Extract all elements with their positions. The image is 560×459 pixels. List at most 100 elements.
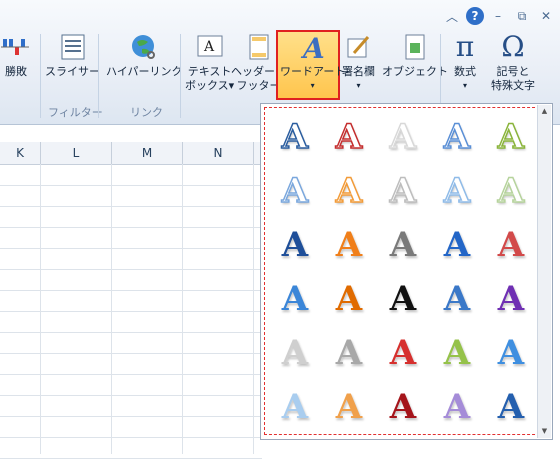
equation-label-1: 数式: [454, 65, 476, 78]
wordart-style-tile[interactable]: A: [435, 384, 479, 430]
wordart-style-glyph: A: [281, 333, 309, 373]
wordart-icon: A: [297, 32, 329, 62]
wordart-style-glyph: A: [497, 171, 525, 211]
wordart-style-glyph: A: [335, 171, 363, 211]
wordart-label-1: ワードアート: [280, 65, 346, 78]
wordart-style-tile[interactable]: A: [381, 114, 425, 160]
wordart-style-tile[interactable]: A: [327, 168, 371, 214]
signature-pen-icon: [343, 32, 375, 62]
gallery-scrollbar[interactable]: ▲ ▼: [537, 105, 551, 438]
textbox-button[interactable]: A テキスト ボックス▾: [185, 32, 234, 93]
column-header-row: K L M N: [0, 142, 262, 165]
group-label-link: リンク: [130, 106, 163, 119]
svg-text:A: A: [300, 32, 325, 62]
wordart-style-tile[interactable]: A: [273, 168, 317, 214]
signature-line-label-2: ▾: [356, 81, 361, 90]
close-icon[interactable]: ✕: [536, 6, 556, 26]
wordart-style-tile[interactable]: A: [327, 276, 371, 322]
wordart-style-tile[interactable]: A: [273, 114, 317, 160]
wordart-style-tile[interactable]: A: [273, 384, 317, 430]
globe-link-icon: [128, 32, 160, 62]
worksheet-area[interactable]: K L M N: [0, 125, 262, 459]
wordart-style-tile[interactable]: A: [435, 168, 479, 214]
wordart-style-glyph: A: [281, 117, 309, 157]
object-label: オブジェクト: [382, 65, 448, 78]
wordart-style-tile[interactable]: A: [327, 384, 371, 430]
wordart-style-tile[interactable]: A: [273, 222, 317, 268]
gridline: [0, 311, 262, 312]
separator: [98, 34, 99, 118]
gridline: [0, 269, 262, 270]
column-header-m[interactable]: M: [112, 142, 183, 164]
help-icon[interactable]: ?: [466, 7, 484, 25]
wordart-style-glyph: A: [443, 279, 471, 319]
wordart-style-glyph: A: [497, 279, 525, 319]
signature-line-button[interactable]: 署名欄 ▾: [342, 32, 375, 93]
wordart-style-tile[interactable]: A: [327, 330, 371, 376]
wordart-style-tile[interactable]: A: [489, 330, 533, 376]
wordart-style-tile[interactable]: A: [489, 114, 533, 160]
equation-label-2: ▾: [462, 81, 467, 90]
group-label-filter: フィルター: [48, 106, 103, 119]
restore-icon[interactable]: ⧉: [512, 6, 532, 26]
scroll-down-arrow-icon[interactable]: ▼: [538, 425, 551, 438]
wordart-style-tile[interactable]: A: [435, 114, 479, 160]
wordart-style-tile[interactable]: A: [381, 276, 425, 322]
omega-icon: Ω: [501, 30, 525, 63]
wordart-style-glyph: A: [497, 387, 525, 427]
gridline: [0, 395, 262, 396]
wordart-style-tile[interactable]: A: [489, 276, 533, 322]
gridline: [182, 164, 183, 454]
wordart-gallery-grid: AAAAAAAAAAAAAAAAAAAAAAAAAAAAAA: [264, 107, 540, 435]
equation-button[interactable]: π 数式 ▾: [449, 32, 481, 93]
wordart-style-tile[interactable]: A: [327, 114, 371, 160]
hyperlink-button[interactable]: ハイパーリンク: [106, 32, 183, 79]
textbox-label-2: ボックス▾: [185, 79, 235, 92]
wordart-style-glyph: A: [443, 387, 471, 427]
column-header-k[interactable]: K: [0, 142, 41, 164]
wordart-label-2: ▾: [310, 81, 315, 90]
ribbon-collapse-icon[interactable]: ︿: [442, 6, 462, 26]
minimize-icon[interactable]: –: [488, 6, 508, 26]
wordart-style-tile[interactable]: A: [273, 276, 317, 322]
wordart-style-tile[interactable]: A: [273, 330, 317, 376]
wordart-style-glyph: A: [335, 279, 363, 319]
column-header-n[interactable]: N: [183, 142, 254, 164]
gridline: [0, 290, 262, 291]
wordart-gallery: AAAAAAAAAAAAAAAAAAAAAAAAAAAAAA ▲ ▼: [260, 103, 553, 440]
wordart-style-tile[interactable]: A: [435, 330, 479, 376]
wordart-style-tile[interactable]: A: [327, 222, 371, 268]
wordart-style-glyph: A: [389, 387, 417, 427]
wordart-style-tile[interactable]: A: [381, 168, 425, 214]
wordart-style-glyph: A: [389, 117, 417, 157]
gridline: [0, 374, 262, 375]
wordart-style-tile[interactable]: A: [489, 384, 533, 430]
object-button[interactable]: オブジェクト: [382, 32, 448, 79]
wordart-style-tile[interactable]: A: [435, 276, 479, 322]
slicer-button[interactable]: スライサー: [45, 32, 100, 79]
wordart-style-glyph: A: [443, 333, 471, 373]
wordart-style-tile[interactable]: A: [489, 168, 533, 214]
wordart-style-glyph: A: [335, 333, 363, 373]
win-loss-button[interactable]: 勝敗: [0, 32, 32, 79]
slicer-label: スライサー: [45, 65, 100, 78]
scroll-up-arrow-icon[interactable]: ▲: [538, 105, 551, 118]
wordart-style-glyph: A: [389, 279, 417, 319]
separator: [40, 34, 41, 118]
textbox-label-1: テキスト: [187, 65, 232, 78]
wordart-style-tile[interactable]: A: [381, 222, 425, 268]
wordart-style-tile[interactable]: A: [435, 222, 479, 268]
window-controls: ︿ ? – ⧉ ✕: [442, 4, 556, 28]
gridline: [111, 164, 112, 454]
separator: [180, 34, 181, 118]
wordart-style-tile[interactable]: A: [381, 330, 425, 376]
svg-text:A: A: [203, 39, 215, 55]
column-header-l[interactable]: L: [41, 142, 112, 164]
gridline: [0, 437, 262, 438]
wordart-style-glyph: A: [389, 171, 417, 211]
symbol-button[interactable]: Ω 記号と 特殊文字: [491, 32, 535, 93]
wordart-style-tile[interactable]: A: [381, 384, 425, 430]
wordart-style-tile[interactable]: A: [489, 222, 533, 268]
gridline: [0, 248, 262, 249]
wordart-style-glyph: A: [443, 171, 471, 211]
